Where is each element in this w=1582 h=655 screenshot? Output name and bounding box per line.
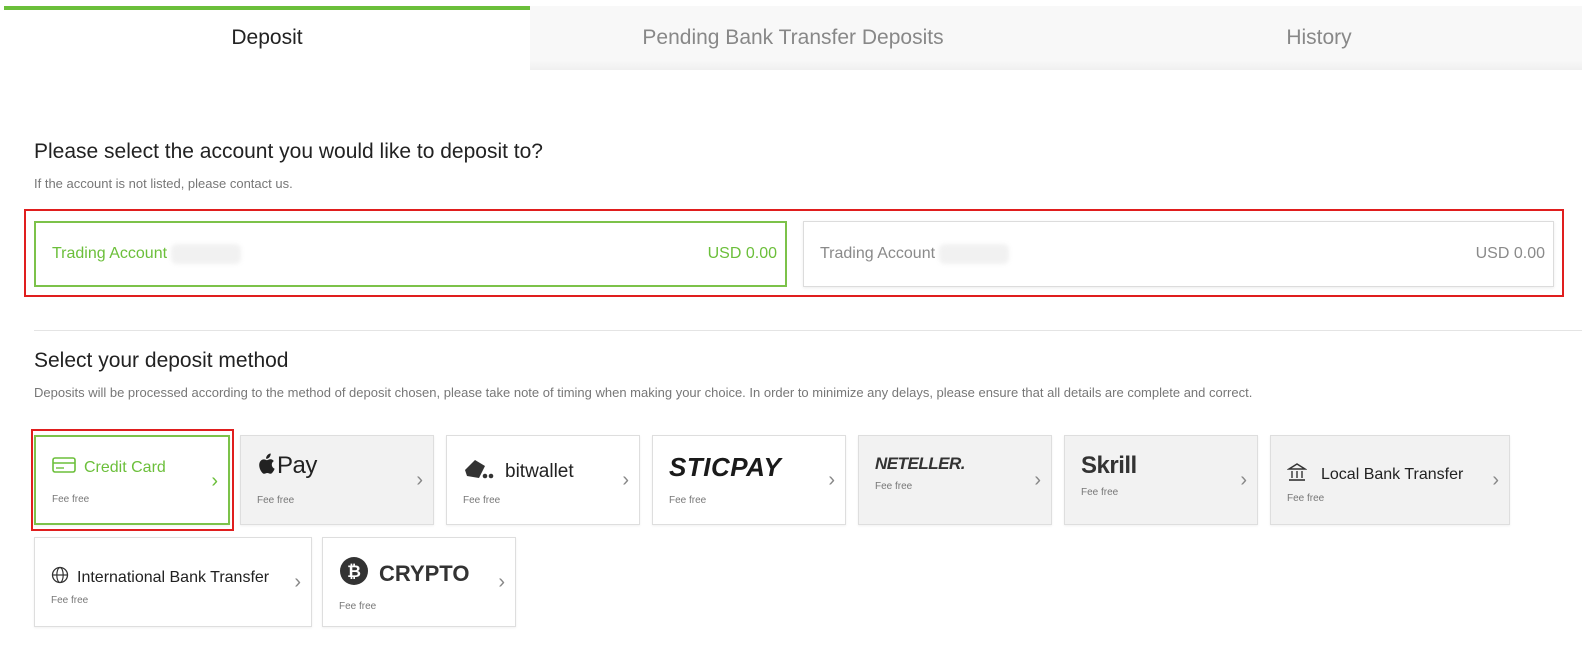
method-fee: Fee free: [669, 495, 707, 506]
chevron-right-icon: ›: [416, 469, 423, 491]
bitcoin-icon: ₿: [339, 556, 369, 591]
method-international-bank-transfer[interactable]: International Bank Transfer Fee free ›: [34, 537, 312, 627]
apple-icon: [257, 453, 275, 480]
method-label: Local Bank Transfer: [1321, 465, 1464, 483]
method-bitwallet[interactable]: bitwallet Fee free ›: [446, 435, 640, 525]
method-fee: Fee free: [463, 495, 501, 506]
account-number-redacted: [939, 244, 1010, 264]
method-fee: Fee free: [1081, 487, 1119, 498]
method-fee: Fee free: [257, 495, 295, 506]
method-fee: Fee free: [1287, 493, 1325, 504]
account-name: Trading Account: [52, 244, 242, 264]
method-section-subtitle: Deposits will be processed according to …: [34, 385, 1253, 400]
method-label: bitwallet: [505, 460, 574, 482]
account-label: Trading Account: [820, 245, 936, 262]
neteller-logo: NETELLER.: [875, 454, 965, 473]
method-apple-pay[interactable]: Pay Fee free ›: [240, 435, 434, 525]
bitwallet-icon: [463, 456, 495, 487]
tab-pending-bank-transfer[interactable]: Pending Bank Transfer Deposits: [530, 6, 1056, 70]
account-name: Trading Account: [820, 244, 1010, 264]
method-neteller[interactable]: NETELLER. Fee free ›: [858, 435, 1052, 525]
chevron-right-icon: ›: [498, 571, 505, 593]
method-fee: Fee free: [875, 481, 913, 492]
method-sticpay[interactable]: STICPAY Fee free ›: [652, 435, 846, 525]
method-label: Pay: [277, 452, 317, 479]
globe-icon: [51, 566, 69, 589]
tab-deposit[interactable]: Deposit: [4, 6, 530, 70]
account-number-redacted: [171, 244, 242, 264]
bank-icon: [1286, 462, 1308, 487]
method-fee: Fee free: [52, 494, 90, 505]
method-fee: Fee free: [51, 595, 89, 606]
account-balance: USD 0.00: [707, 245, 777, 262]
method-crypto[interactable]: ₿ CRYPTO Fee free ›: [322, 537, 516, 627]
method-section-title: Select your deposit method: [34, 349, 289, 372]
chevron-right-icon: ›: [1034, 469, 1041, 491]
account-section-subtitle: If the account is not listed, please con…: [34, 176, 293, 191]
account-balance: USD 0.00: [1475, 245, 1545, 262]
method-label: Credit Card: [84, 458, 166, 476]
method-local-bank-transfer[interactable]: Local Bank Transfer Fee free ›: [1270, 435, 1510, 525]
skrill-logo: Skrill: [1081, 452, 1137, 479]
svg-text:₿: ₿: [347, 562, 361, 582]
account-card-1[interactable]: Trading Account USD 0.00: [34, 221, 787, 287]
method-label: CRYPTO: [379, 560, 470, 586]
chevron-right-icon: ›: [1492, 469, 1499, 491]
chevron-right-icon: ›: [828, 469, 835, 491]
account-card-2[interactable]: Trading Account USD 0.00: [803, 221, 1554, 287]
method-skrill[interactable]: Skrill Fee free ›: [1064, 435, 1258, 525]
credit-card-icon: [52, 457, 76, 478]
section-divider: [34, 330, 1582, 331]
chevron-right-icon: ›: [1240, 469, 1247, 491]
method-credit-card[interactable]: Credit Card Fee free ›: [34, 435, 230, 525]
chevron-right-icon: ›: [622, 469, 629, 491]
deposit-tabs: Deposit Pending Bank Transfer Deposits H…: [4, 6, 1582, 70]
tab-history[interactable]: History: [1056, 6, 1582, 70]
chevron-right-icon: ›: [294, 571, 301, 593]
method-label: International Bank Transfer: [77, 568, 270, 586]
chevron-right-icon: ›: [211, 470, 218, 492]
account-section-title: Please select the account you would like…: [34, 140, 543, 163]
account-label: Trading Account: [52, 245, 168, 262]
method-fee: Fee free: [339, 601, 377, 612]
sticpay-logo: STICPAY: [669, 452, 782, 482]
